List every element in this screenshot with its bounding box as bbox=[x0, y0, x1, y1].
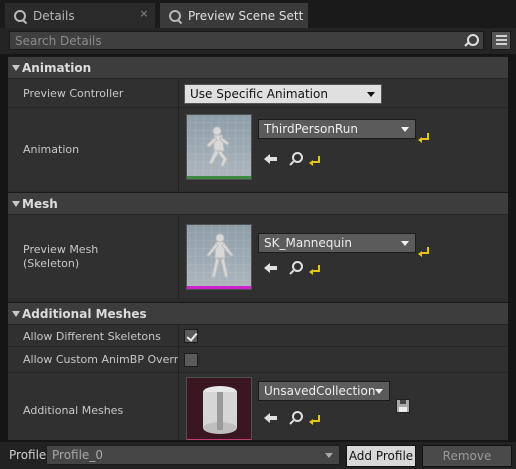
add-profile-button[interactable]: Add Profile bbox=[346, 445, 416, 467]
preview-controller-dropdown[interactable]: Use Specific Animation bbox=[184, 84, 382, 104]
mesh-thumbnail[interactable] bbox=[186, 224, 252, 290]
tab-label: Details bbox=[33, 8, 75, 23]
chevron-down-icon bbox=[367, 92, 375, 97]
category-mesh[interactable]: Mesh bbox=[8, 192, 508, 214]
profile-label: Profile bbox=[9, 448, 47, 462]
browse-asset-icon[interactable] bbox=[289, 152, 303, 166]
search-input[interactable]: Search Details bbox=[9, 31, 484, 50]
tab-label: Preview Scene Sett bbox=[188, 8, 304, 23]
property-label: Animation bbox=[23, 143, 80, 156]
category-animation[interactable]: Animation bbox=[8, 56, 508, 78]
details-panel: Animation Preview Controller Use Specifi… bbox=[8, 56, 508, 440]
view-options-button[interactable] bbox=[491, 31, 511, 50]
category-title: Animation bbox=[22, 61, 92, 75]
category-title: Mesh bbox=[22, 197, 58, 211]
chevron-down-icon bbox=[375, 389, 383, 394]
column-divider[interactable] bbox=[178, 373, 179, 440]
reset-to-default-icon[interactable] bbox=[309, 156, 320, 166]
property-row-preview-mesh: Preview Mesh (Skeleton) SK_Mannequin bbox=[8, 214, 508, 298]
animation-asset-dropdown[interactable]: ThirdPersonRun bbox=[258, 119, 416, 139]
dropdown-value: ThirdPersonRun bbox=[264, 122, 358, 136]
search-row: Search Details bbox=[0, 28, 516, 54]
property-label: Allow Custom AnimBP Override bbox=[23, 353, 178, 366]
property-label: Preview Mesh bbox=[23, 243, 99, 256]
browse-asset-icon[interactable] bbox=[289, 411, 303, 425]
property-row-animation: Animation ThirdPersonRun bbox=[8, 107, 508, 191]
profile-bar: Profile Profile_0 Add Profile Remove Pro… bbox=[0, 442, 516, 469]
search-icon bbox=[13, 9, 27, 23]
tab-preview-scene-settings[interactable]: Preview Scene Sett bbox=[160, 3, 308, 30]
profile-dropdown[interactable]: Profile_0 bbox=[46, 445, 340, 465]
property-row-allow-custom-animbp: Allow Custom AnimBP Override bbox=[8, 346, 508, 372]
close-icon[interactable]: × bbox=[139, 8, 149, 19]
animation-thumbnail[interactable] bbox=[186, 114, 252, 180]
use-selected-asset-icon[interactable] bbox=[264, 152, 278, 166]
column-divider[interactable] bbox=[178, 325, 179, 346]
use-selected-asset-icon[interactable] bbox=[264, 261, 278, 275]
list-icon-line bbox=[496, 43, 507, 45]
property-row-allow-different-skeletons: Allow Different Skeletons bbox=[8, 324, 508, 346]
chevron-down-icon bbox=[401, 127, 409, 132]
asset-type-bar bbox=[187, 176, 251, 179]
use-selected-asset-icon[interactable] bbox=[264, 411, 278, 425]
reset-to-default-icon[interactable] bbox=[309, 265, 320, 275]
asset-type-bar bbox=[187, 286, 251, 289]
allow-custom-animbp-checkbox[interactable] bbox=[184, 353, 198, 367]
reset-to-default-icon[interactable] bbox=[309, 415, 320, 425]
additional-meshes-dropdown[interactable]: UnsavedCollection bbox=[258, 381, 390, 401]
mannequin-image bbox=[206, 233, 234, 278]
reset-to-default-icon[interactable] bbox=[418, 247, 429, 257]
dropdown-value: UnsavedCollection bbox=[264, 384, 376, 398]
chevron-down-icon bbox=[401, 241, 409, 246]
dropdown-value: SK_Mannequin bbox=[264, 236, 352, 250]
collection-image bbox=[203, 386, 237, 434]
tab-details[interactable]: Details × bbox=[5, 3, 155, 28]
remove-profile-button[interactable]: Remove Profile bbox=[422, 445, 512, 467]
chevron-down-icon bbox=[12, 65, 20, 71]
property-row-preview-controller: Preview Controller Use Specific Animatio… bbox=[8, 78, 508, 107]
property-label: Additional Meshes bbox=[23, 404, 124, 417]
chevron-down-icon bbox=[325, 453, 333, 458]
search-icon bbox=[168, 9, 182, 23]
property-label: Preview Controller bbox=[23, 87, 124, 100]
column-divider[interactable] bbox=[178, 215, 179, 298]
running-mannequin-image bbox=[206, 126, 230, 168]
category-additional-meshes[interactable]: Additional Meshes bbox=[8, 302, 508, 324]
save-icon[interactable] bbox=[396, 399, 410, 413]
reset-to-default-icon[interactable] bbox=[418, 133, 429, 143]
chevron-down-icon bbox=[12, 201, 20, 207]
property-label-secondary: (Skeleton) bbox=[23, 257, 80, 270]
search-icon[interactable] bbox=[465, 34, 479, 48]
column-divider[interactable] bbox=[178, 108, 179, 191]
column-divider[interactable] bbox=[178, 347, 179, 372]
allow-different-skeletons-checkbox[interactable] bbox=[184, 329, 198, 343]
collection-thumbnail[interactable] bbox=[186, 377, 252, 440]
dropdown-value: Profile_0 bbox=[52, 448, 103, 462]
browse-asset-icon[interactable] bbox=[289, 261, 303, 275]
property-row-additional-meshes: Additional Meshes UnsavedCollection bbox=[8, 372, 508, 440]
category-title: Additional Meshes bbox=[22, 307, 147, 321]
property-label: Allow Different Skeletons bbox=[23, 330, 161, 343]
column-divider[interactable] bbox=[178, 79, 179, 107]
list-icon bbox=[496, 35, 507, 37]
tab-bar: Details × Preview Scene Sett bbox=[0, 0, 516, 30]
preview-mesh-dropdown[interactable]: SK_Mannequin bbox=[258, 233, 416, 253]
search-placeholder: Search Details bbox=[15, 34, 102, 48]
list-icon-line bbox=[496, 39, 507, 41]
chevron-down-icon bbox=[12, 311, 20, 317]
dropdown-value: Use Specific Animation bbox=[190, 87, 328, 101]
asset-type-bar bbox=[187, 439, 251, 440]
